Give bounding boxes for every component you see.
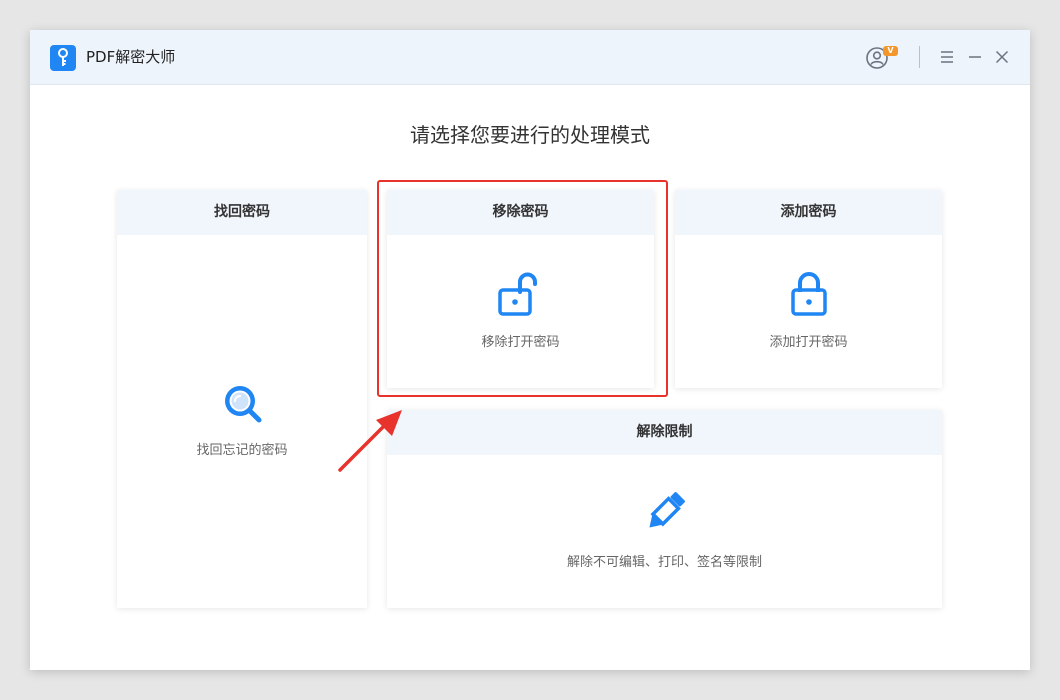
magnifier-icon (225, 386, 262, 423)
title-bar: PDF解密大师 V (30, 30, 1030, 85)
page-heading: 请选择您要进行的处理模式 (410, 123, 650, 147)
card-title: 移除密码 (387, 190, 654, 235)
card-description: 解除不可编辑、打印、签名等限制 (566, 555, 762, 570)
app-logo (50, 45, 76, 71)
unlocked-padlock-icon (498, 272, 537, 316)
key-icon (58, 48, 68, 66)
titlebar-divider (919, 46, 920, 68)
menu-button[interactable] (937, 47, 957, 67)
card-description: 移除打开密码 (481, 335, 560, 350)
vip-badge: V (883, 46, 898, 56)
pencil-icon (649, 492, 685, 528)
card-title: 添加密码 (675, 190, 942, 235)
card-title: 解除限制 (387, 410, 942, 455)
padlock-icon (791, 272, 827, 316)
minimize-button[interactable] (965, 47, 985, 67)
close-icon (995, 50, 1009, 64)
card-description: 找回忘记的密码 (196, 443, 288, 458)
card-title: 找回密码 (117, 190, 367, 235)
recover-password-card[interactable]: 找回密码 找回忘记的密码 (117, 190, 367, 608)
app-window: PDF解密大师 V 请选择您要进行的处理模式 找回密码 找回忘记的密码 移除密码… (30, 30, 1030, 670)
minimize-icon (969, 56, 981, 58)
user-account-button[interactable]: V (865, 44, 899, 72)
remove-restrictions-card[interactable]: 解除限制 解除不可编辑、打印、签名等限制 (387, 410, 942, 608)
app-title: PDF解密大师 (86, 48, 176, 66)
add-password-card[interactable]: 添加密码 添加打开密码 (675, 190, 942, 388)
close-button[interactable] (992, 47, 1012, 67)
card-description: 添加打开密码 (769, 335, 848, 350)
remove-password-card[interactable]: 移除密码 移除打开密码 (387, 190, 654, 388)
menu-icon (941, 51, 953, 63)
